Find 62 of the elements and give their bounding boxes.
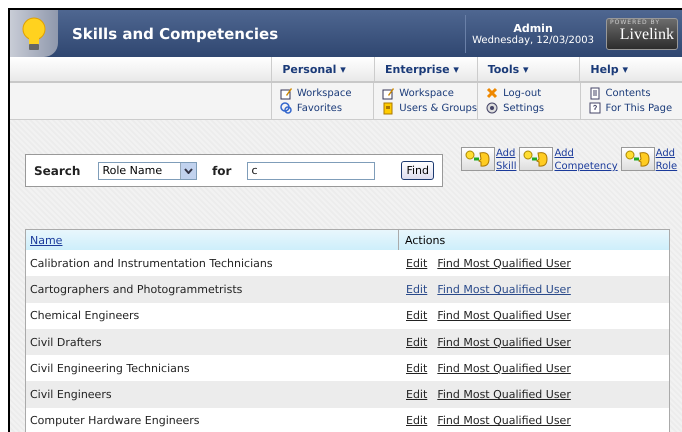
bulb-head-icon (465, 150, 491, 168)
edit-link[interactable]: Edit (406, 336, 428, 349)
role-name: Chemical Engineers (29, 309, 140, 322)
menu-link[interactable]: Log-out (503, 88, 542, 99)
add-button[interactable] (519, 147, 554, 171)
menu-link[interactable]: Workspace (399, 88, 454, 99)
find-user-link[interactable]: Find Most Qualified User (437, 388, 571, 402)
find-user-link[interactable]: Find Most Qualified User (437, 336, 571, 349)
edit-link[interactable]: Edit (406, 256, 428, 270)
bulb-head-icon (523, 150, 550, 168)
find-user-link[interactable]: Find Most Qualified User (437, 256, 571, 270)
menu-link[interactable]: For This Page (606, 103, 672, 114)
gear-icon (486, 102, 498, 115)
edit-link[interactable]: Edit (406, 414, 428, 428)
bulb-head-icon (624, 150, 651, 168)
pencil-note-icon (382, 87, 394, 100)
menu-link[interactable]: Favorites (296, 103, 342, 114)
role-name: Civil Engineering Technicians (29, 362, 191, 375)
find-user-link[interactable]: Find Most Qualified User (437, 362, 571, 375)
for-label: for (212, 164, 232, 178)
card-icon (382, 102, 394, 115)
menu-link[interactable]: Workspace (296, 88, 352, 99)
app-title: Skills and Competencies (72, 24, 280, 42)
date-text: Wednesday, 12/03/2003 (472, 34, 594, 46)
role-name: Computer Hardware Engineers (29, 414, 201, 428)
find-user-link[interactable]: Find Most Qualified User (437, 282, 571, 296)
find-user-link[interactable]: Find Most Qualified User (437, 309, 571, 322)
add-button[interactable] (620, 147, 655, 171)
role-name: Calibration and Instrumentation Technicians (29, 256, 274, 270)
menu-tab[interactable]: Help ▾ (579, 57, 682, 81)
add-link[interactable]: Add Competency (554, 147, 618, 173)
menu-link[interactable]: Users & Groups (399, 103, 478, 114)
search-field[interactable]: c (247, 162, 376, 180)
menu-link[interactable]: Contents (606, 88, 651, 99)
menu-tab[interactable]: Enterprise ▾ (374, 57, 477, 81)
edit-link[interactable]: Edit (406, 388, 428, 402)
find-button[interactable]: Find (401, 161, 434, 180)
column-header[interactable]: Name (26, 234, 398, 246)
pencil-note-icon (280, 87, 292, 100)
menu-link[interactable]: Settings (503, 103, 544, 114)
document-icon (588, 87, 601, 100)
field-dropdown[interactable]: Role Name (98, 162, 198, 180)
help-icon (588, 102, 601, 115)
role-name: Cartographers and Photogrammetrists (29, 282, 244, 296)
edit-link[interactable]: Edit (406, 362, 428, 375)
edit-link[interactable]: Edit (406, 282, 428, 296)
add-link[interactable]: Add Skill (496, 147, 516, 173)
menu-tab[interactable]: Personal ▾ (271, 57, 374, 81)
search-label: Search (34, 164, 80, 178)
add-link[interactable]: Add Role (656, 147, 678, 173)
chevron-down-icon (184, 168, 194, 174)
add-button[interactable] (461, 147, 495, 171)
lightbulb-icon (21, 16, 47, 50)
menu-tab[interactable]: Tools ▾ (476, 57, 580, 81)
role-name: Civil Engineers (29, 388, 113, 402)
edit-link[interactable]: Edit (406, 309, 428, 322)
column-header: Actions (398, 230, 446, 250)
role-name: Civil Drafters (29, 336, 103, 349)
find-user-link[interactable]: Find Most Qualified User (437, 414, 571, 428)
user-name: Admin (512, 22, 554, 34)
rings-icon (280, 102, 292, 115)
cross-icon (486, 87, 498, 100)
